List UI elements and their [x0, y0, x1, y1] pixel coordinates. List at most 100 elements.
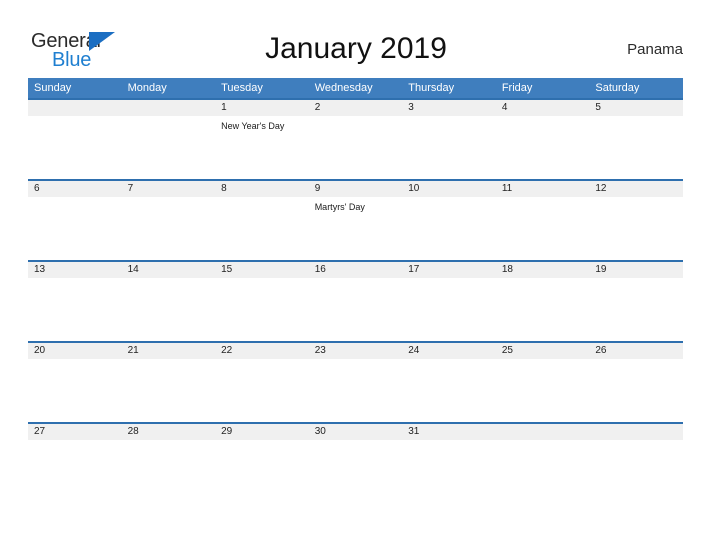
- week-row: 27 28 29 30 31: [28, 422, 683, 503]
- date-number[interactable]: [122, 100, 216, 116]
- region-label: Panama: [627, 41, 683, 58]
- date-number[interactable]: 8: [215, 181, 309, 197]
- day-cell[interactable]: [215, 197, 309, 260]
- day-cell[interactable]: New Year's Day: [215, 116, 309, 179]
- day-cell[interactable]: [309, 359, 403, 422]
- date-number[interactable]: 31: [402, 424, 496, 440]
- event-label: New Year's Day: [221, 121, 285, 131]
- date-number[interactable]: 9: [309, 181, 403, 197]
- event-band: Martyrs' Day: [28, 197, 683, 260]
- date-number[interactable]: 4: [496, 100, 590, 116]
- date-number[interactable]: 3: [402, 100, 496, 116]
- calendar-grid: Sunday Monday Tuesday Wednesday Thursday…: [28, 78, 683, 503]
- page-title: January 2019: [265, 32, 447, 65]
- date-band: 20 21 22 23 24 25 26: [28, 343, 683, 359]
- date-number[interactable]: [496, 424, 590, 440]
- weekday-wednesday: Wednesday: [314, 82, 373, 94]
- day-cell[interactable]: [215, 440, 309, 503]
- event-band: New Year's Day: [28, 116, 683, 179]
- day-cell[interactable]: [28, 116, 122, 179]
- date-number[interactable]: 1: [215, 100, 309, 116]
- date-band: 1 2 3 4 5: [28, 100, 683, 116]
- event-label: Martyrs' Day: [314, 202, 365, 212]
- date-number[interactable]: 11: [496, 181, 590, 197]
- date-number[interactable]: 13: [28, 262, 122, 278]
- day-cell[interactable]: [496, 359, 590, 422]
- day-cell[interactable]: [496, 440, 590, 503]
- event-band: [28, 359, 683, 422]
- day-cell[interactable]: [215, 278, 309, 341]
- date-number[interactable]: 28: [122, 424, 216, 440]
- day-cell[interactable]: [402, 197, 496, 260]
- date-number[interactable]: 7: [122, 181, 216, 197]
- date-number[interactable]: 20: [28, 343, 122, 359]
- day-cell[interactable]: [402, 440, 496, 503]
- day-cell[interactable]: [28, 197, 122, 260]
- date-number[interactable]: 22: [215, 343, 309, 359]
- day-cell[interactable]: [309, 116, 403, 179]
- day-cell[interactable]: [215, 359, 309, 422]
- day-cell[interactable]: [122, 278, 216, 341]
- date-number[interactable]: 5: [589, 100, 683, 116]
- date-number[interactable]: 15: [215, 262, 309, 278]
- date-number[interactable]: 24: [402, 343, 496, 359]
- day-cell[interactable]: [122, 197, 216, 260]
- day-cell[interactable]: [122, 359, 216, 422]
- week-row: 20 21 22 23 24 25 26: [28, 341, 683, 422]
- weekday-tuesday: Tuesday: [221, 82, 263, 94]
- weekday-thursday: Thursday: [408, 82, 455, 94]
- date-number[interactable]: 18: [496, 262, 590, 278]
- date-number[interactable]: 10: [402, 181, 496, 197]
- date-number[interactable]: 14: [122, 262, 216, 278]
- event-band: [28, 440, 683, 503]
- weekday-friday: Friday: [501, 82, 533, 94]
- day-cell[interactable]: [402, 116, 496, 179]
- day-cell[interactable]: [28, 359, 122, 422]
- week-row: 13 14 15 16 17 18 19: [28, 260, 683, 341]
- week-row: 1 2 3 4 5 New Year's Day: [28, 98, 683, 179]
- day-cell[interactable]: [122, 116, 216, 179]
- calendar-page: General Blue January 2019 Panama Sunday …: [0, 0, 712, 550]
- day-cell[interactable]: [589, 197, 683, 260]
- day-cell[interactable]: [496, 116, 590, 179]
- day-cell[interactable]: [309, 440, 403, 503]
- date-number[interactable]: 12: [589, 181, 683, 197]
- date-number[interactable]: 19: [589, 262, 683, 278]
- day-cell[interactable]: [589, 116, 683, 179]
- date-band: 6 7 8 9 10 11 12: [28, 181, 683, 197]
- week-row: 6 7 8 9 10 11 12 Martyrs' Day: [28, 179, 683, 260]
- date-number[interactable]: 17: [402, 262, 496, 278]
- date-number[interactable]: 27: [28, 424, 122, 440]
- day-cell[interactable]: [28, 278, 122, 341]
- date-band: 13 14 15 16 17 18 19: [28, 262, 683, 278]
- day-cell[interactable]: [402, 278, 496, 341]
- day-cell[interactable]: [589, 440, 683, 503]
- day-cell[interactable]: [589, 359, 683, 422]
- day-cell[interactable]: Martyrs' Day: [309, 197, 403, 260]
- date-number[interactable]: 25: [496, 343, 590, 359]
- date-number[interactable]: 29: [215, 424, 309, 440]
- date-number[interactable]: 6: [28, 181, 122, 197]
- date-band: 27 28 29 30 31: [28, 424, 683, 440]
- day-cell[interactable]: [309, 278, 403, 341]
- page-header: General Blue January 2019 Panama: [0, 0, 712, 78]
- date-number[interactable]: 16: [309, 262, 403, 278]
- date-number[interactable]: 30: [309, 424, 403, 440]
- day-cell[interactable]: [496, 278, 590, 341]
- day-cell[interactable]: [496, 197, 590, 260]
- day-cell[interactable]: [28, 440, 122, 503]
- date-number[interactable]: 23: [309, 343, 403, 359]
- date-number[interactable]: [589, 424, 683, 440]
- date-number[interactable]: 2: [309, 100, 403, 116]
- day-cell[interactable]: [402, 359, 496, 422]
- date-number[interactable]: [28, 100, 122, 116]
- date-number[interactable]: 21: [122, 343, 216, 359]
- weekday-header-row: Sunday Monday Tuesday Wednesday Thursday…: [28, 78, 683, 98]
- date-number[interactable]: 26: [589, 343, 683, 359]
- event-band: [28, 278, 683, 341]
- weekday-monday: Monday: [127, 82, 167, 94]
- weekday-saturday: Saturday: [595, 82, 640, 94]
- day-cell[interactable]: [589, 278, 683, 341]
- day-cell[interactable]: [122, 440, 216, 503]
- weekday-sunday: Sunday: [34, 82, 72, 94]
